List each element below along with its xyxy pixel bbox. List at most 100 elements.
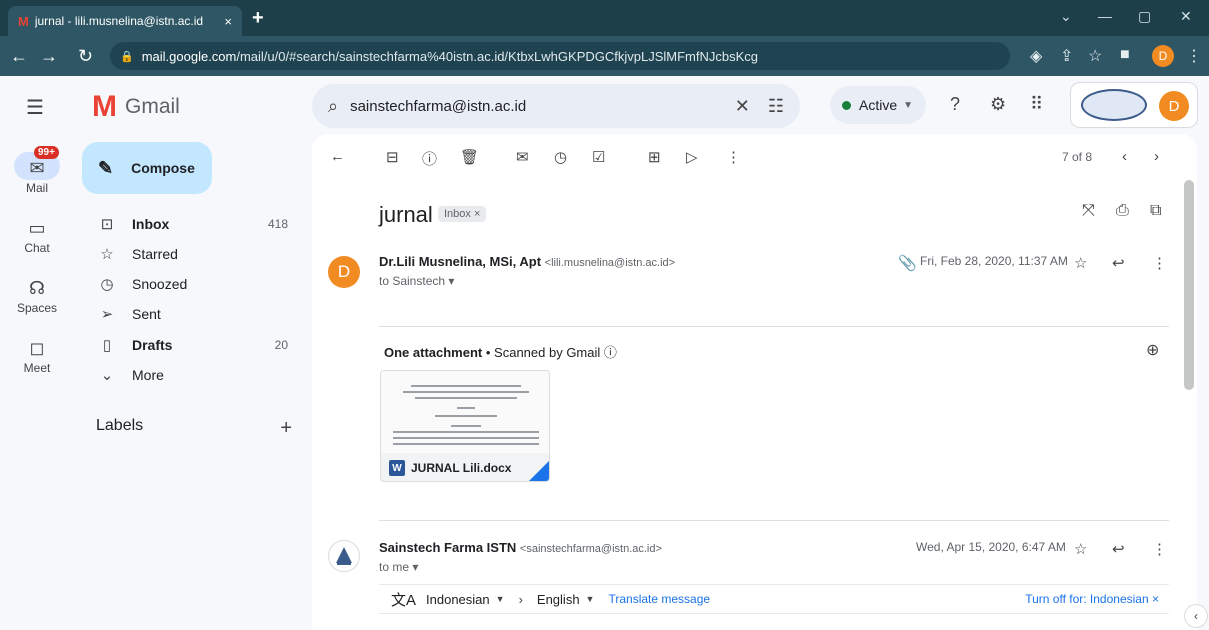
spaces-icon: ☊: [29, 278, 45, 298]
inbox-label-chip[interactable]: Inbox ×: [438, 206, 487, 222]
search-icon[interactable]: ⌕: [328, 96, 338, 117]
back-icon[interactable]: ←: [10, 46, 28, 67]
new-tab-button[interactable]: +: [252, 7, 264, 30]
more-vertical-icon[interactable]: ⋮: [726, 148, 741, 166]
gmail-logo[interactable]: M Gmail: [92, 90, 180, 124]
lock-icon[interactable]: 🔒: [120, 50, 134, 63]
reload-icon[interactable]: ↻: [78, 46, 93, 67]
sender-line: Dr.Lili Musnelina, MSi, Apt <lili.musnel…: [379, 254, 675, 269]
apps-grid-icon[interactable]: ⠿: [1030, 94, 1043, 115]
labels-title: Labels: [96, 417, 144, 434]
thread-scrollbar[interactable]: [1184, 180, 1194, 390]
report-spam-icon[interactable]: ⓘ: [422, 148, 437, 169]
status-selector[interactable]: Active ▼: [830, 86, 926, 124]
open-new-window-icon[interactable]: ⧉: [1150, 202, 1161, 220]
side-panel-icon[interactable]: ■: [1120, 46, 1130, 64]
sidebar-item-label: More: [132, 367, 164, 383]
move-to-icon[interactable]: ⊞: [648, 148, 661, 166]
sender-name[interactable]: Sainstech Farma ISTN: [379, 540, 516, 555]
source-language[interactable]: Indonesian: [426, 592, 490, 607]
next-icon[interactable]: ›: [1154, 148, 1159, 165]
browser-profile-avatar[interactable]: D: [1152, 45, 1174, 67]
page-fold-icon: [529, 461, 549, 481]
restore-icon[interactable]: ▢: [1138, 8, 1151, 25]
more-vertical-icon[interactable]: ⋮: [1152, 254, 1167, 272]
recipient-details[interactable]: to me ▾: [379, 560, 418, 574]
sender-email: <sainstechfarma@istn.ac.id>: [519, 543, 662, 555]
forward-icon[interactable]: →: [40, 46, 58, 67]
clear-search-icon[interactable]: ✕: [735, 96, 750, 117]
send-icon: ➢: [100, 306, 114, 323]
help-icon[interactable]: ?: [950, 94, 960, 115]
delete-icon[interactable]: 🗑: [460, 148, 479, 166]
sender-name[interactable]: Dr.Lili Musnelina, MSi, Apt: [379, 254, 541, 269]
collapse-all-icon[interactable]: ⤧: [1082, 202, 1095, 220]
window-close-icon[interactable]: ✕: [1180, 8, 1192, 25]
sender-avatar[interactable]: [328, 540, 360, 572]
rail-item-meet[interactable]: ◻ Meet: [0, 338, 74, 375]
account-avatar[interactable]: D: [1159, 91, 1189, 121]
url-host: mail.google.com: [141, 48, 237, 64]
add-to-drive-icon[interactable]: ⊕: [1146, 340, 1159, 360]
sidebar-item-snoozed[interactable]: ◷ Snoozed: [82, 269, 304, 299]
istn-logo-icon: [336, 547, 352, 565]
tab-search-icon[interactable]: ⌄: [1060, 8, 1072, 25]
add-task-icon[interactable]: ☑: [592, 148, 605, 166]
rail-item-spaces[interactable]: ☊ Spaces: [0, 278, 74, 315]
rail-label: Meet: [23, 361, 51, 375]
print-icon[interactable]: ⎙: [1116, 202, 1129, 220]
sidebar-item-inbox[interactable]: ⊡ Inbox 418: [82, 209, 304, 239]
more-vertical-icon[interactable]: ⋮: [1152, 540, 1167, 558]
address-bar[interactable]: 🔒 mail.google.com /mail/u/0/#search/sain…: [110, 42, 1010, 70]
settings-gear-icon[interactable]: ⚙: [990, 94, 1006, 115]
sidebar-item-starred[interactable]: ☆ Starred: [82, 239, 304, 269]
clock-icon: ◷: [100, 276, 114, 293]
organization-logo: [1081, 89, 1147, 121]
url-path: /mail/u/0/#search/sainstechfarma%40istn.…: [236, 48, 758, 64]
reply-icon[interactable]: ↩: [1112, 254, 1125, 272]
meet-camera-icon: ◻: [29, 338, 45, 358]
turn-off-translate-link[interactable]: Turn off for: Indonesian ×: [1025, 592, 1159, 606]
target-language[interactable]: English: [537, 592, 580, 607]
chevron-down-icon[interactable]: ▼: [586, 594, 595, 604]
rail-item-chat[interactable]: ▭ Chat: [0, 218, 74, 255]
sidebar-item-drafts[interactable]: ▯ Drafts 20: [82, 330, 304, 360]
tab-close-icon[interactable]: ×: [224, 14, 232, 29]
star-icon: ☆: [100, 246, 114, 263]
message-date: Wed, Apr 15, 2020, 6:47 AM: [916, 540, 1066, 554]
back-to-list-icon[interactable]: ←: [330, 148, 345, 165]
search-input[interactable]: sainstechfarma@istn.ac.id: [350, 98, 717, 115]
previous-icon[interactable]: ‹: [1122, 148, 1127, 165]
bookmark-star-icon[interactable]: ☆: [1088, 46, 1102, 66]
attachment-card[interactable]: W JURNAL Lili.docx: [380, 370, 550, 482]
message-date: Fri, Feb 28, 2020, 11:37 AM: [920, 254, 1068, 268]
label-icon[interactable]: ▷: [686, 148, 698, 166]
minimize-icon[interactable]: —: [1098, 8, 1112, 24]
mark-unread-icon[interactable]: ✉: [516, 148, 529, 166]
compose-button[interactable]: ✎ Compose: [82, 142, 212, 194]
snooze-icon[interactable]: ◷: [554, 148, 567, 166]
browser-menu-icon[interactable]: ⋮: [1186, 46, 1202, 66]
sender-avatar[interactable]: D: [328, 256, 360, 288]
account-switcher[interactable]: D: [1070, 82, 1198, 128]
chevron-down-icon[interactable]: ▼: [496, 594, 505, 604]
main-menu-icon[interactable]: ☰: [26, 95, 44, 120]
recipient-details[interactable]: to Sainstech ▾: [379, 274, 454, 288]
address-toolbar: ← → ↻ 🔒 mail.google.com /mail/u/0/#searc…: [0, 36, 1209, 76]
star-icon[interactable]: ☆: [1074, 540, 1087, 558]
archive-icon[interactable]: ⊟: [386, 148, 399, 166]
eye-icon[interactable]: ◈: [1030, 46, 1042, 66]
search-options-icon[interactable]: ☷: [768, 96, 784, 117]
reply-icon[interactable]: ↩: [1112, 540, 1125, 558]
rail-item-mail[interactable]: ✉ Mail: [0, 158, 74, 195]
star-icon[interactable]: ☆: [1074, 254, 1087, 272]
side-panel-toggle-icon[interactable]: ‹: [1184, 604, 1208, 628]
translate-message-link[interactable]: Translate message: [608, 592, 710, 606]
sidebar-item-more[interactable]: ⌄ More: [82, 360, 304, 390]
search-bar[interactable]: ⌕ sainstechfarma@istn.ac.id ✕ ☷: [312, 84, 800, 128]
share-icon[interactable]: ⇪: [1060, 46, 1073, 66]
add-label-icon[interactable]: +: [280, 417, 292, 440]
browser-tab[interactable]: M jurnal - lili.musnelina@istn.ac.id ×: [8, 6, 242, 36]
sidebar-item-sent[interactable]: ➢ Sent: [82, 299, 304, 329]
browser-tab-bar: M jurnal - lili.musnelina@istn.ac.id × +…: [0, 0, 1209, 36]
